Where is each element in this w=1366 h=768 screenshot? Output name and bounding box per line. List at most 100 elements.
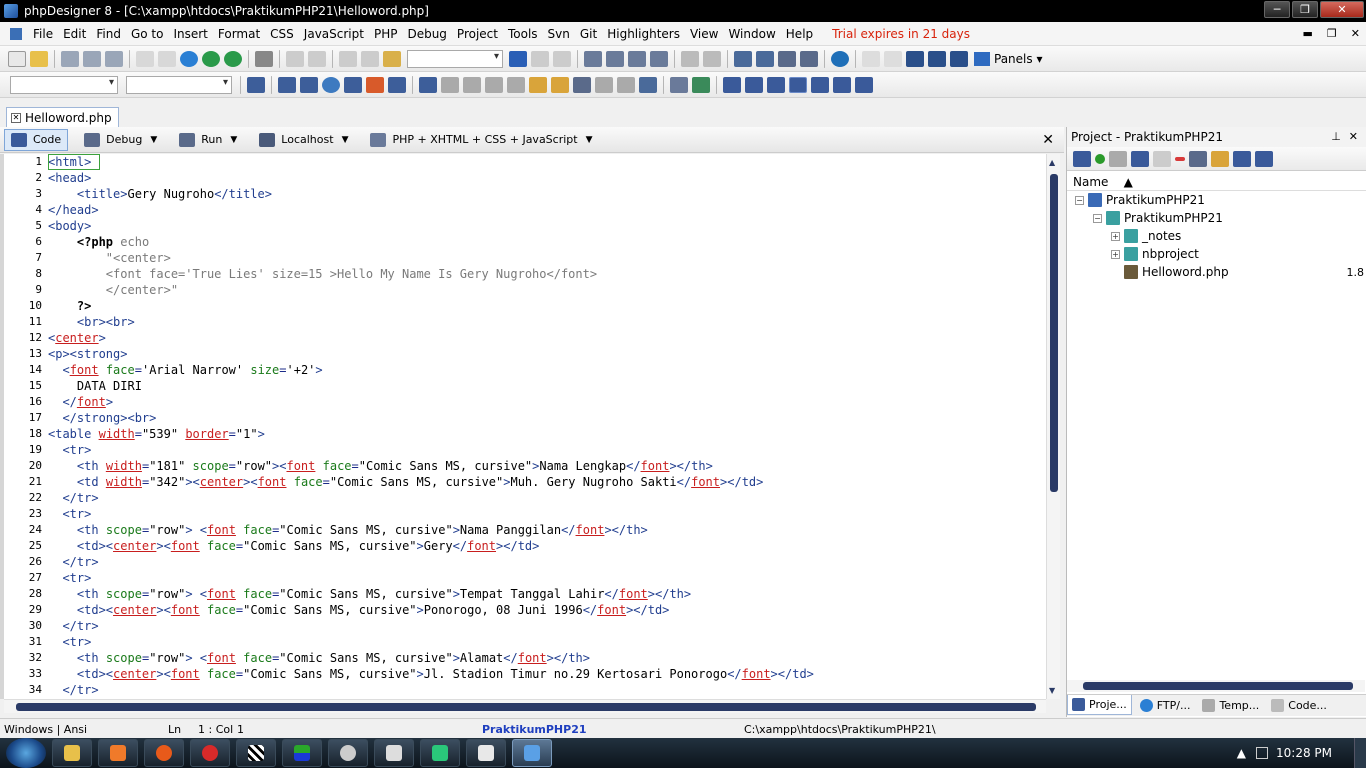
globe-icon[interactable]: [831, 50, 849, 67]
print-icon[interactable]: [255, 50, 273, 67]
table-icon[interactable]: [723, 76, 741, 93]
clock[interactable]: 10:28 PM: [1276, 746, 1332, 760]
menu-goto[interactable]: Go to: [126, 27, 169, 41]
export-icon[interactable]: [595, 76, 613, 93]
scroll-thumb[interactable]: [1050, 174, 1058, 492]
replace-icon[interactable]: [606, 50, 624, 67]
clear-icon[interactable]: [800, 50, 818, 67]
tab-ftp[interactable]: FTP/...: [1136, 695, 1195, 715]
debug-step-icon[interactable]: [419, 76, 437, 93]
taskbar-chess[interactable]: [236, 739, 276, 767]
taskbar-explorer[interactable]: [52, 739, 92, 767]
scroll-thumb[interactable]: [16, 703, 1036, 711]
folder-open-icon[interactable]: [1211, 150, 1229, 167]
redo-icon[interactable]: [308, 50, 326, 67]
menu-window[interactable]: Window: [723, 27, 780, 41]
code-button[interactable]: Code: [4, 128, 69, 151]
code-line[interactable]: <td><center><font face="Comic Sans MS, c…: [48, 538, 1046, 554]
zoom-in-icon[interactable]: [862, 50, 880, 67]
font-combo[interactable]: [10, 75, 118, 94]
clip-icon[interactable]: [344, 76, 362, 93]
menu-project[interactable]: Project: [452, 27, 503, 41]
code-line[interactable]: <tr>: [48, 506, 1046, 522]
menu-javascript[interactable]: JavaScript: [299, 27, 369, 41]
taskbar-media[interactable]: [190, 739, 230, 767]
checkbox-icon[interactable]: [639, 76, 657, 93]
copy-icon[interactable]: [361, 50, 379, 67]
code-line[interactable]: <head>: [48, 170, 1046, 186]
image-icon[interactable]: [692, 76, 710, 93]
list-icon[interactable]: [745, 76, 763, 93]
tab-code[interactable]: Code...: [1267, 695, 1331, 715]
editor-horizontal-scrollbar[interactable]: [4, 699, 1046, 713]
add-icon[interactable]: [1095, 153, 1105, 164]
code-line[interactable]: <font face='True Lies' size=15 >Hello My…: [48, 266, 1046, 282]
close-all-icon[interactable]: [158, 50, 176, 67]
sync-icon[interactable]: [1131, 150, 1149, 167]
filter-icon[interactable]: [628, 50, 646, 67]
template-icon[interactable]: [278, 76, 296, 93]
tab-close-icon[interactable]: ✕: [11, 112, 21, 123]
menu-insert[interactable]: Insert: [168, 27, 212, 41]
code-area[interactable]: <html> <head> <title>Gery Nugroho</title>…: [48, 154, 1046, 698]
taskbar-xampp[interactable]: [98, 739, 138, 767]
save-as-icon[interactable]: [83, 50, 101, 67]
taskbar-steam[interactable]: [328, 739, 368, 767]
debug-button[interactable]: Debug ▼: [78, 129, 163, 151]
scroll-up-icon[interactable]: ▲: [1049, 158, 1055, 167]
new-file-icon[interactable]: [8, 50, 26, 67]
mdi-minimize-button[interactable]: ▬: [1303, 27, 1313, 40]
maximize-button[interactable]: ❐: [1292, 1, 1318, 18]
taskbar-app-flash[interactable]: [420, 739, 460, 767]
tree-item[interactable]: − PraktikumPHP21: [1067, 209, 1366, 227]
code-line[interactable]: <font face='Arial Narrow' size='+2'>: [48, 362, 1046, 378]
menu-css[interactable]: CSS: [265, 27, 299, 41]
outdent-icon[interactable]: [463, 76, 481, 93]
menu-tools[interactable]: Tools: [503, 27, 543, 41]
code-line[interactable]: <center>: [48, 330, 1046, 346]
tab-helloword-php[interactable]: ✕ Helloword.php: [6, 107, 119, 127]
code-line[interactable]: <td><center><font face="Comic Sans MS, c…: [48, 602, 1046, 618]
save-icon[interactable]: [61, 50, 79, 67]
code-line[interactable]: <td><center><font face="Comic Sans MS, c…: [48, 666, 1046, 682]
open-file-icon[interactable]: [30, 50, 48, 67]
expand-icon[interactable]: +: [1111, 249, 1120, 259]
build-icon[interactable]: [778, 50, 796, 67]
find-next-icon[interactable]: [531, 50, 549, 67]
menu-svn[interactable]: Svn: [543, 27, 575, 41]
remove-icon[interactable]: [1175, 156, 1185, 161]
panel-close-icon[interactable]: ✕: [1349, 130, 1358, 143]
tree-item[interactable]: − PraktikumPHP21: [1067, 191, 1366, 209]
import-icon[interactable]: [617, 76, 635, 93]
bookmark-find-icon[interactable]: [756, 50, 774, 67]
validate-icon[interactable]: [322, 76, 340, 93]
filter-replace-icon[interactable]: [650, 50, 668, 67]
code-line[interactable]: <br><br>: [48, 314, 1046, 330]
browser-preview-icon[interactable]: [180, 50, 198, 67]
code-line[interactable]: "<center>: [48, 250, 1046, 266]
hand-icon[interactable]: [529, 76, 547, 93]
zoom-out-icon[interactable]: [884, 50, 902, 67]
mdi-restore-button[interactable]: ❐: [1327, 27, 1337, 40]
code-folding-icon[interactable]: [247, 76, 265, 93]
code-editor[interactable]: 1 2 3 4 5 6 7 8 9 10 11 12 13 14 15 16 17 18 19 20 21 22 23 24 2…: [0, 154, 1046, 699]
indent-icon[interactable]: [441, 76, 459, 93]
code-line[interactable]: </tr>: [48, 490, 1046, 506]
menu-git[interactable]: Git: [575, 27, 602, 41]
menu-php[interactable]: PHP: [369, 27, 403, 41]
pin-icon[interactable]: ⊥: [1331, 130, 1341, 143]
code-line[interactable]: <?php echo: [48, 234, 1046, 250]
select-icon[interactable]: [789, 76, 807, 93]
code-line[interactable]: <th scope="row"> <font face="Comic Sans …: [48, 650, 1046, 666]
code-line[interactable]: <body>: [48, 218, 1046, 234]
code-line[interactable]: </strong><br>: [48, 410, 1046, 426]
close-button[interactable]: ✕: [1320, 1, 1364, 18]
code-line[interactable]: </tr>: [48, 682, 1046, 698]
form-icon[interactable]: [811, 76, 829, 93]
frame-icon[interactable]: [573, 76, 591, 93]
editor-close-icon[interactable]: ✕: [1042, 132, 1054, 148]
preview-server-icon[interactable]: [224, 50, 242, 67]
project-manager-icon[interactable]: [1073, 150, 1091, 167]
windows-icon[interactable]: [950, 50, 968, 67]
taskbar-window[interactable]: [466, 739, 506, 767]
